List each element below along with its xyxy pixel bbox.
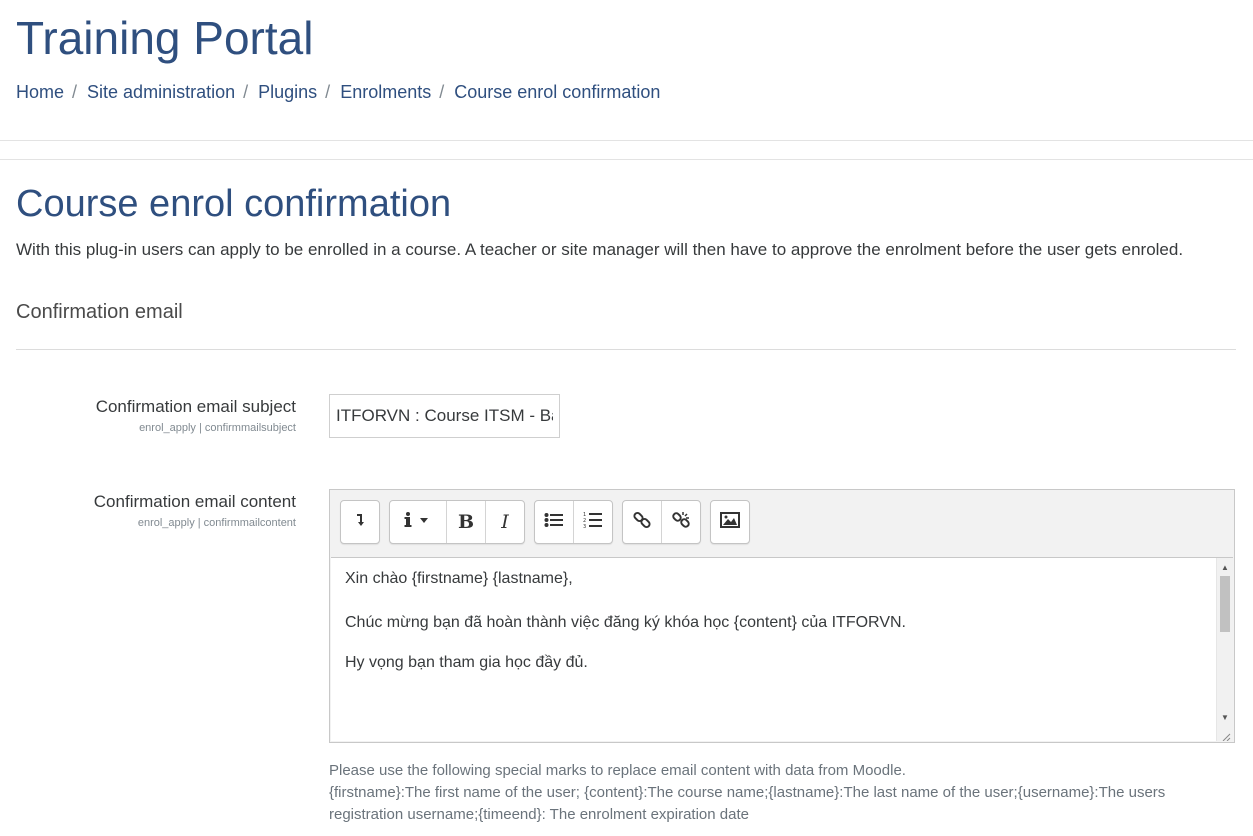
toolbar-group-media [710, 500, 750, 544]
info-dropdown-icon [403, 511, 433, 534]
toolbar-group-style: B I [389, 500, 525, 544]
bold-icon: B [457, 511, 475, 533]
editor-scrollbar[interactable]: ▲ ▼ [1216, 558, 1233, 741]
collapse-toolbar-button[interactable] [341, 501, 379, 543]
numbered-list-icon: 123 [583, 511, 603, 534]
toolbar-group-collapse [340, 500, 380, 544]
link-icon [633, 511, 651, 534]
editor-content-area[interactable]: Xin chào {firstname} {lastname}, Chúc mừ… [331, 557, 1233, 741]
breadcrumb-home[interactable]: Home [16, 80, 64, 104]
unordered-list-button[interactable] [535, 501, 574, 543]
unlink-button[interactable] [662, 501, 700, 543]
italic-icon: I [501, 511, 509, 533]
image-icon [720, 511, 740, 533]
section-heading: Confirmation email [16, 301, 183, 323]
header-divider [0, 140, 1253, 141]
toolbar-group-links [622, 500, 701, 544]
site-title: Training Portal [16, 12, 314, 64]
bold-button[interactable]: B [447, 501, 486, 543]
subject-label-block: Confirmation email subject enrol_apply |… [96, 396, 296, 436]
content-field-label: Confirmation email content [93, 492, 296, 511]
bullet-list-icon [544, 512, 564, 533]
breadcrumb-separator: / [72, 82, 78, 102]
scroll-thumb[interactable] [1220, 576, 1230, 632]
unlink-icon [672, 511, 690, 534]
content-field-key: enrol_apply | confirmmailcontent [137, 517, 296, 529]
breadcrumb-course-enrol-confirmation[interactable]: Course enrol confirmation [454, 80, 660, 104]
breadcrumb-enrolments[interactable]: Enrolments [340, 80, 431, 104]
resize-handle-icon[interactable] [1221, 729, 1231, 741]
collapse-icon [353, 512, 367, 533]
rich-text-editor: B I 123 Xin chào {firstname} {lastname},… [329, 489, 1235, 743]
subject-field-label: Confirmation email subject [95, 397, 296, 416]
help-text: Please use the following special marks t… [329, 760, 1219, 826]
section-divider [16, 349, 1236, 350]
breadcrumb-separator: / [325, 82, 331, 102]
editor-paragraph: Chúc mừng bạn đã hoàn thành việc đăng ký… [345, 614, 906, 631]
ordered-list-button[interactable]: 123 [574, 501, 612, 543]
breadcrumb-separator: / [439, 82, 445, 102]
subject-field-key: enrol_apply | confirmmailsubject [139, 422, 296, 434]
help-text-line-1: Please use the following special marks t… [329, 762, 906, 779]
insert-image-button[interactable] [711, 501, 749, 543]
breadcrumb-site-administration[interactable]: Site administration [87, 80, 235, 104]
breadcrumb: Home / Site administration / Plugins / E… [16, 80, 660, 104]
editor-toolbar: B I 123 [340, 500, 750, 544]
confirmation-subject-input[interactable] [329, 394, 560, 438]
content-divider [0, 159, 1253, 160]
toolbar-group-lists: 123 [534, 500, 613, 544]
page-description: With this plug-in users can apply to be … [16, 240, 1184, 259]
paragraph-styles-button[interactable] [390, 501, 447, 543]
page-heading: Course enrol confirmation [16, 183, 452, 225]
breadcrumb-plugins[interactable]: Plugins [258, 80, 317, 104]
svg-text:3: 3 [583, 524, 586, 529]
link-button[interactable] [623, 501, 662, 543]
editor-paragraph: Hy vọng bạn tham gia học đầy đủ. [345, 654, 588, 671]
scroll-down-icon[interactable]: ▼ [1217, 710, 1233, 724]
scroll-up-icon[interactable]: ▲ [1217, 560, 1233, 574]
italic-button[interactable]: I [486, 501, 524, 543]
help-text-line-2: {firstname}:The first name of the user; … [329, 784, 1166, 823]
editor-paragraph: Xin chào {firstname} {lastname}, [345, 570, 573, 587]
content-label-block: Confirmation email content enrol_apply |… [94, 491, 296, 531]
breadcrumb-separator: / [243, 82, 249, 102]
